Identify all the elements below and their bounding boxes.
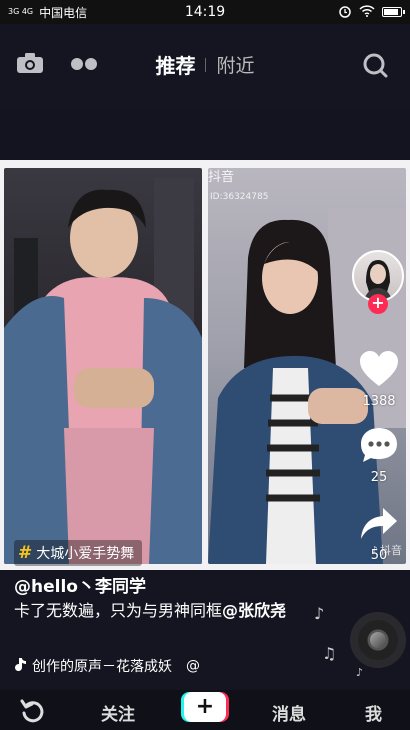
like-button[interactable]: 1388 (350, 350, 408, 409)
comment-icon (359, 428, 399, 468)
tab-nearby[interactable]: 附近 (216, 51, 254, 78)
nav-follow[interactable]: 关注 (101, 700, 135, 725)
hashtag-icon: # (18, 543, 33, 563)
tab-recommend[interactable]: 推荐 (155, 50, 195, 79)
music-title: 创作的原声－花落成妖 (32, 659, 172, 675)
battery-level (384, 9, 398, 15)
caption-area: @hello丶李同学 卡了无数遍，只为与男神同框@张欣尧 创作的原声－花落成妖 … (0, 570, 410, 690)
heart-icon (358, 351, 400, 392)
share-count: 50 (370, 548, 388, 563)
like-count: 1388 (362, 394, 396, 409)
nav-messages[interactable]: 消息 (272, 700, 306, 725)
douyin-id: ID:36324785 (210, 192, 269, 202)
male-dancer-figure (4, 178, 202, 564)
status-time: 14:19 (184, 4, 226, 20)
status-bar: 3G 4G 中国电信 14:19 (0, 0, 410, 24)
share-arrow-icon (359, 508, 399, 546)
music-note-icon (14, 657, 26, 675)
music-info[interactable]: 创作的原声－花落成妖 @ (14, 656, 200, 676)
bottom-nav: 关注 + 消息 我 (0, 690, 410, 730)
floating-note-icon: ♪ (314, 604, 325, 623)
top-nav: 推荐 附近 (0, 24, 410, 108)
refresh-icon[interactable] (20, 698, 46, 728)
comment-count: 25 (370, 470, 388, 485)
nav-me[interactable]: 我 (365, 700, 382, 725)
video-description: 卡了无数遍，只为与男神同框@张欣尧 (14, 600, 314, 622)
topic-label: 大城小爱手势舞 (36, 546, 135, 562)
floating-note-icon: ♪ (356, 666, 364, 679)
feed-tabs: 推荐 附近 (0, 50, 410, 79)
mention-link[interactable]: @张欣尧 (222, 601, 286, 620)
description-text: 卡了无数遍，只为与男神同框 (14, 601, 223, 620)
music-disc[interactable] (350, 612, 406, 668)
battery-icon (382, 7, 405, 17)
share-button[interactable]: 50 (350, 506, 408, 563)
video-player[interactable]: 抖音 ID:36324785 ♪ 抖音 (0, 160, 410, 570)
video-panel-left (4, 168, 202, 564)
create-video-button[interactable]: + (184, 692, 226, 722)
douyin-watermark: 抖音 (208, 170, 235, 185)
topic-badge[interactable]: # 大城小爱手势舞 (14, 540, 143, 566)
author-avatar-wrap[interactable]: + (352, 250, 404, 314)
comment-button[interactable]: 25 (350, 426, 408, 485)
search-icon[interactable] (362, 52, 388, 82)
tab-divider (205, 57, 207, 72)
author-name[interactable]: @hello丶李同学 (14, 572, 146, 597)
floating-note-icon: ♫ (322, 644, 337, 663)
feed-spacer (0, 108, 410, 160)
music-mention: @ (186, 658, 200, 674)
disc-cover (370, 632, 386, 648)
follow-plus-button[interactable]: + (368, 294, 388, 314)
